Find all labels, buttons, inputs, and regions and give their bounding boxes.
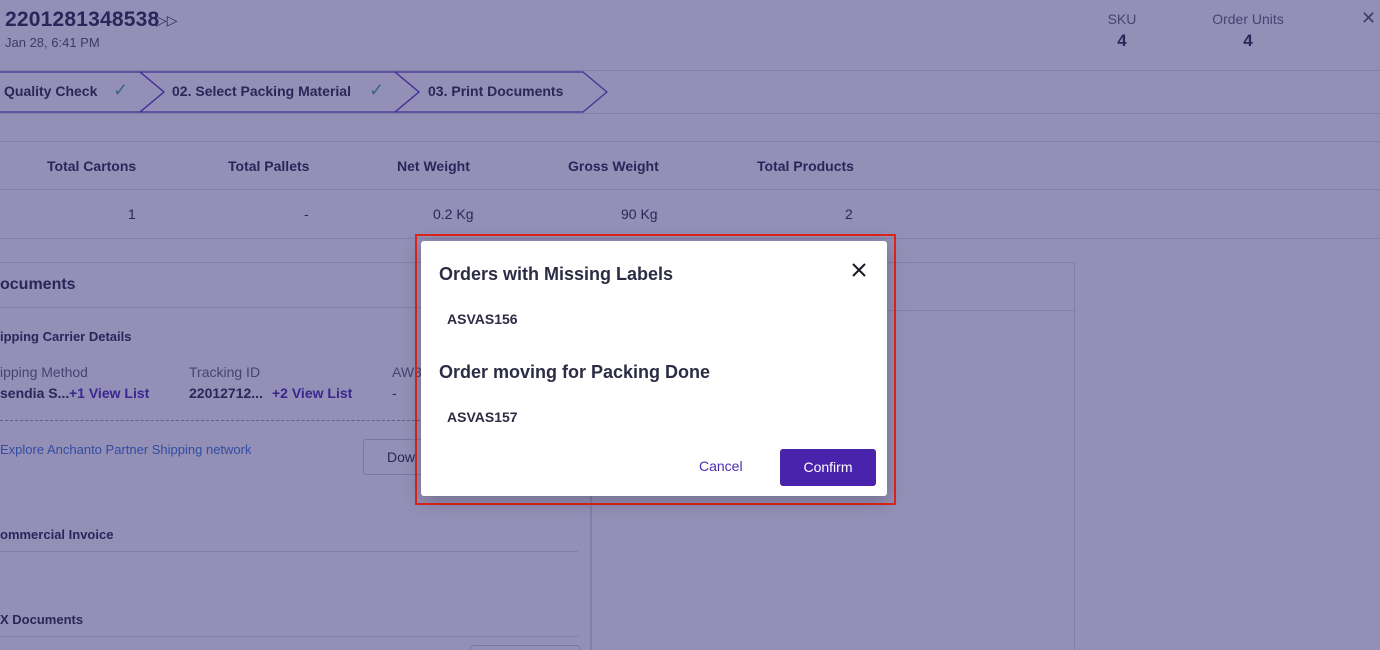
missing-order-item: ASVAS156 xyxy=(447,311,518,327)
order-packing-page: 2201281348538 ▷▷ Jan 28, 6:41 PM SKU 4 O… xyxy=(0,0,1380,650)
close-icon[interactable] xyxy=(849,260,869,280)
missing-labels-dialog: Orders with Missing Labels ASVAS156 Orde… xyxy=(421,241,887,496)
confirm-button[interactable]: Confirm xyxy=(780,449,876,486)
moving-order-item: ASVAS157 xyxy=(447,409,518,425)
dialog-title: Orders with Missing Labels xyxy=(439,264,674,284)
dialog-subtitle: Order moving for Packing Done xyxy=(439,362,711,382)
cancel-button[interactable]: Cancel xyxy=(699,458,743,474)
